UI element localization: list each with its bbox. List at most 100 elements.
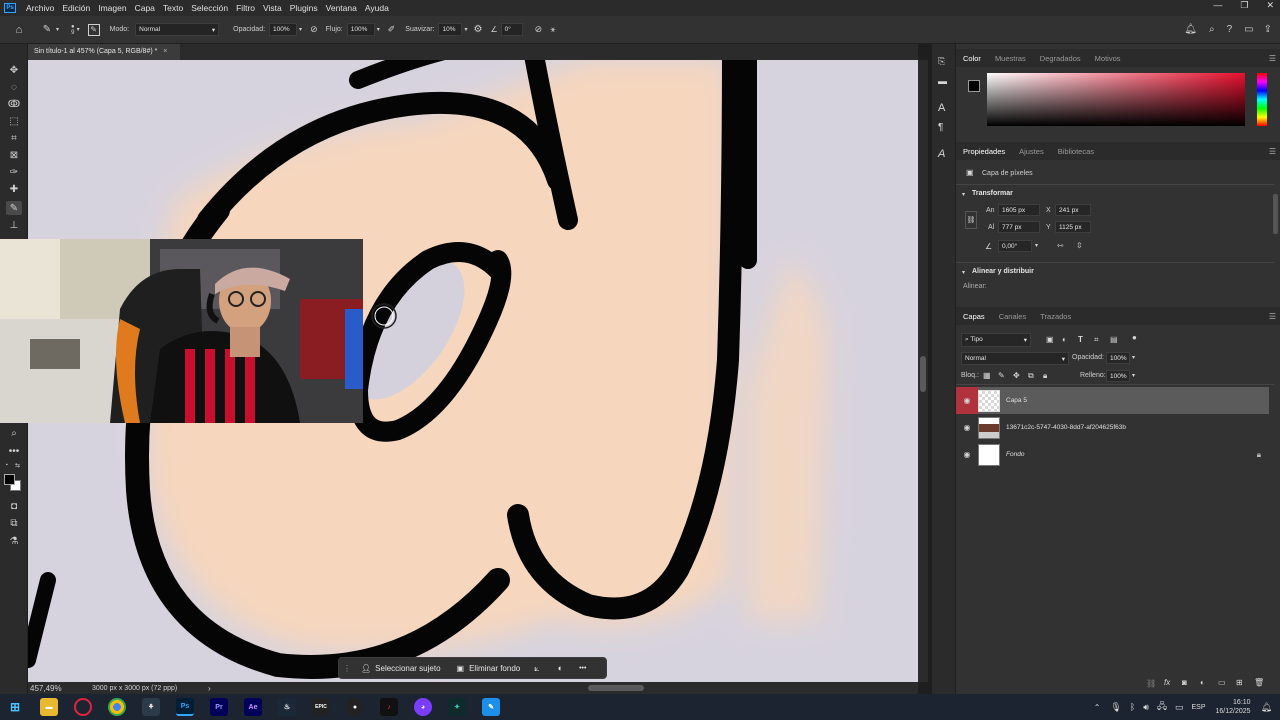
color-field[interactable]: [987, 73, 1245, 126]
volume-icon[interactable]: 🔊︎: [1143, 702, 1149, 713]
workspace-icon[interactable]: ▭: [1244, 24, 1253, 35]
menu-archivo[interactable]: Archivo: [22, 3, 58, 13]
swap-colors-icon[interactable]: ⇆: [15, 462, 20, 469]
lock-pixels-icon[interactable]: ✎: [998, 371, 1005, 380]
comments-icon[interactable]: ▬: [938, 76, 947, 86]
restore-icon[interactable]: ❐: [1240, 0, 1248, 11]
language-indicator[interactable]: ESP: [1192, 704, 1206, 711]
panel-menu-icon[interactable]: ☰: [1269, 147, 1276, 156]
chevron-up-icon[interactable]: ⌃: [1094, 703, 1101, 712]
marquee-tool-icon[interactable]: ◌: [6, 80, 22, 94]
filter-shape-icon[interactable]: ⌗: [1094, 335, 1099, 345]
menu-seleccion[interactable]: Selección: [187, 3, 232, 13]
flow-field[interactable]: 100%: [346, 23, 375, 36]
close-icon[interactable]: ✕: [1266, 0, 1274, 11]
document-tab[interactable]: Sin título-1 al 457% (Capa 5, RGB/8#) * …: [28, 44, 180, 60]
chrome-icon[interactable]: [108, 698, 126, 716]
chevron-down-icon[interactable]: ▾: [77, 26, 80, 33]
bluetooth-icon[interactable]: ᛒ: [1130, 702, 1135, 712]
tiktok-icon[interactable]: ♪: [380, 698, 398, 716]
microphone-icon[interactable]: 🎙︎: [1110, 702, 1121, 713]
chevron-down-icon[interactable]: ▾: [962, 269, 965, 276]
layer-name[interactable]: Capa 5: [1006, 397, 1027, 404]
layer-style-icon[interactable]: fx: [1164, 678, 1170, 687]
tab-adjustments[interactable]: Ajustes: [1012, 147, 1051, 156]
zoom-level[interactable]: 457,49%: [30, 684, 62, 693]
file-explorer-icon[interactable]: ▬: [40, 698, 58, 716]
vertical-scrollbar-thumb[interactable]: [920, 356, 926, 392]
share-icon[interactable]: ⇪: [1264, 24, 1272, 35]
status-menu-arrow[interactable]: ›: [208, 684, 211, 693]
airbrush-icon[interactable]: ✐: [388, 24, 396, 35]
y-field[interactable]: 1125 px: [1055, 221, 1091, 233]
search-icon[interactable]: ⌕: [1209, 24, 1215, 35]
visibility-eye-icon[interactable]: ◉: [956, 387, 978, 414]
brush-settings-icon[interactable]: ✎: [87, 23, 100, 36]
notifications-icon[interactable]: 🔔︎: [1261, 702, 1272, 713]
menu-imagen[interactable]: Imagen: [94, 3, 130, 13]
chevron-down-icon[interactable]: ▾: [464, 26, 467, 33]
layer-name[interactable]: 13671c2c-5747-4030-8dd7-af204625f63b: [1006, 424, 1126, 431]
chevron-down-icon[interactable]: ▾: [1132, 354, 1135, 361]
transform-icon[interactable]: ⟀: [534, 663, 539, 674]
steam-icon[interactable]: ♨: [278, 698, 296, 716]
visibility-eye-icon[interactable]: ◉: [956, 423, 978, 432]
opera-icon[interactable]: [74, 698, 92, 716]
frame-tool-icon[interactable]: ⊠: [6, 148, 22, 162]
tab-libraries[interactable]: Bibliotecas: [1051, 147, 1101, 156]
help-icon[interactable]: ?: [1227, 24, 1233, 35]
opacity-field[interactable]: 100%: [269, 23, 298, 36]
lock-transparency-icon[interactable]: ▦: [983, 371, 991, 380]
height-field[interactable]: 777 px: [998, 221, 1040, 233]
stamp-tool-icon[interactable]: ⊥: [6, 218, 22, 232]
menu-edicion[interactable]: Edición: [58, 3, 94, 13]
adjust-icon[interactable]: ◐: [558, 663, 563, 673]
delete-layer-icon[interactable]: 🗑︎: [1254, 678, 1264, 687]
healing-brush-icon[interactable]: ✚: [6, 182, 22, 196]
app-icon[interactable]: ✦: [448, 698, 466, 716]
hue-slider[interactable]: [1257, 73, 1267, 126]
foreground-color-swatch[interactable]: [968, 80, 980, 92]
properties-scrollbar-thumb[interactable]: [1273, 194, 1278, 234]
gear-icon[interactable]: ⚙: [474, 24, 483, 35]
link-layers-icon[interactable]: ⛓: [1146, 679, 1156, 688]
symmetry-icon[interactable]: ⚹: [550, 24, 555, 35]
bell-icon[interactable]: 🔔︎: [1184, 24, 1197, 35]
flip-horizontal-icon[interactable]: ⇿: [1057, 241, 1064, 250]
x-field[interactable]: 241 px: [1055, 204, 1091, 216]
epic-games-icon[interactable]: EPIC: [312, 698, 330, 716]
layer-opacity-field[interactable]: 100%: [1106, 352, 1130, 364]
new-group-icon[interactable]: ▭: [1218, 678, 1226, 687]
remove-background-button[interactable]: Eliminar fondo: [469, 664, 520, 673]
filter-adjustment-icon[interactable]: ◐: [1062, 335, 1067, 344]
pressure-size-icon[interactable]: ⊘: [535, 24, 543, 35]
paragraph-icon[interactable]: ¶: [938, 122, 943, 133]
angle-field[interactable]: 0,00°: [998, 240, 1032, 252]
app-icon[interactable]: ✎: [482, 698, 500, 716]
layer-row-capa-5[interactable]: ◉ Capa 5: [956, 387, 1269, 414]
filter-toggle-icon[interactable]: ●: [1132, 333, 1137, 342]
chevron-down-icon[interactable]: ▾: [962, 191, 965, 198]
chevron-down-icon[interactable]: ▾: [1132, 372, 1135, 379]
history-icon[interactable]: ⎘: [938, 56, 945, 67]
screen-mode-icon[interactable]: ⧉: [6, 516, 22, 530]
lock-all-icon[interactable]: 🔒︎: [1043, 371, 1047, 381]
more-tools-icon[interactable]: •••: [6, 444, 22, 458]
adjustment-layer-icon[interactable]: ◐: [1200, 678, 1205, 687]
default-colors-icon[interactable]: ▪: [6, 462, 11, 468]
select-subject-button[interactable]: Seleccionar sujeto: [375, 664, 440, 673]
brush-tool-icon[interactable]: ✎: [40, 24, 54, 35]
layer-row-fondo[interactable]: ◉ Fondo 🔒︎: [956, 441, 1269, 468]
more-options-button[interactable]: •••: [579, 665, 586, 672]
horizontal-scrollbar-thumb[interactable]: [588, 685, 644, 691]
visibility-eye-icon[interactable]: ◉: [956, 450, 978, 459]
menu-ayuda[interactable]: Ayuda: [361, 3, 393, 13]
vertical-scrollbar[interactable]: [918, 60, 928, 682]
add-mask-icon[interactable]: ◙: [1182, 678, 1187, 687]
windows-start-icon[interactable]: ⊞: [6, 698, 24, 716]
app-icon[interactable]: ◕: [414, 698, 432, 716]
panel-menu-icon[interactable]: ☰: [1269, 54, 1276, 63]
app-icon[interactable]: ●: [346, 698, 364, 716]
brush-tool-icon[interactable]: ✎: [6, 201, 22, 215]
premiere-taskbar-icon[interactable]: Pr: [210, 698, 228, 716]
